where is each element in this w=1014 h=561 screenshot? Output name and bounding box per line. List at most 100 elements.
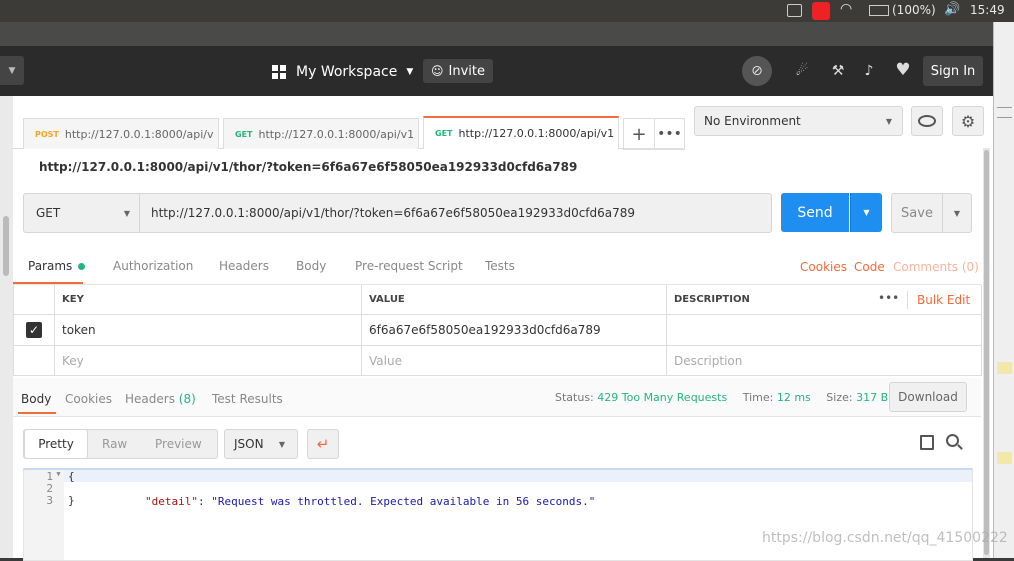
send-options-button[interactable]: ▼	[850, 193, 882, 232]
url-input[interactable]: http://127.0.0.1:8000/api/v1/thor/?token…	[139, 193, 772, 233]
new-description-input[interactable]: Description	[667, 346, 982, 376]
response-tab-body[interactable]: Body	[21, 392, 51, 406]
status-value[interactable]: 429 Too Many Requests	[597, 391, 727, 404]
sidebar-collapsed	[0, 96, 14, 558]
tab-request-1[interactable]: POST http://127.0.0.1:8000/api/v	[23, 118, 219, 149]
new-dropdown-button[interactable]: ▼	[0, 56, 24, 85]
tab-headers[interactable]: Headers	[219, 259, 269, 273]
bell-icon[interactable]: ♪	[857, 60, 881, 82]
response-tab-test-results[interactable]: Test Results	[212, 392, 283, 406]
row-checkbox[interactable]: ✓	[26, 322, 42, 338]
save-button[interactable]: Save	[891, 193, 943, 233]
main-scrollbar[interactable]	[983, 148, 990, 558]
line-number: 3	[46, 494, 53, 507]
wrench-icon[interactable]: ⚒	[826, 60, 850, 82]
tab-method: GET	[235, 129, 253, 139]
response-meta: Status: 429 Too Many Requests Time: 12 m…	[555, 391, 888, 404]
copy-icon[interactable]	[920, 435, 934, 450]
request-title: http://127.0.0.1:8000/api/v1/thor/?token…	[39, 160, 578, 174]
save-options-button[interactable]: ▼	[942, 193, 972, 233]
param-description-cell[interactable]	[667, 315, 982, 346]
tab-method: GET	[435, 129, 453, 138]
comments-link[interactable]: Comments (0)	[893, 260, 979, 274]
view-pretty-button[interactable]: Pretty	[24, 429, 88, 459]
sidebar-scrollbar[interactable]	[3, 216, 9, 276]
cookies-link[interactable]: Cookies	[800, 260, 847, 274]
code-text: {	[68, 470, 75, 483]
method-select[interactable]: GET ▼	[23, 193, 141, 233]
sign-in-button[interactable]: Sign In	[923, 56, 983, 86]
keyboard-icon[interactable]	[787, 4, 802, 17]
download-button[interactable]: Download	[889, 382, 967, 412]
workspace-switcher[interactable]: My Workspace ▼	[272, 61, 413, 83]
tab-url: http://127.0.0.1:8000/api/v1	[258, 127, 415, 141]
search-icon-handle	[957, 444, 963, 450]
tab-authorization[interactable]: Authorization	[113, 259, 193, 273]
manage-environments-button[interactable]: ⚙	[952, 106, 984, 136]
size-value[interactable]: 317 B	[856, 391, 888, 404]
more-options-icon[interactable]: •••	[878, 291, 899, 305]
new-row-checkbox-cell	[14, 346, 55, 376]
environment-quick-look-button[interactable]	[911, 106, 943, 136]
save-label: Save	[901, 205, 933, 221]
tab-body[interactable]: Body	[296, 259, 326, 273]
battery-percent: (100%)	[892, 3, 936, 17]
new-tab-button[interactable]: +	[623, 118, 655, 150]
grid-icon	[272, 65, 286, 79]
row-checkbox-cell: ✓	[14, 315, 55, 346]
os-top-bar: ◠ (100%) 🔊 15:49	[0, 0, 1014, 22]
tab-url: http://127.0.0.1:8000/api/v1	[458, 127, 615, 140]
environment-select[interactable]: No Environment ▼	[694, 106, 903, 136]
header-checkbox-cell	[14, 285, 55, 315]
tab-pre-request-script[interactable]: Pre-request Script	[355, 259, 463, 273]
column-header-key: KEY	[55, 285, 362, 315]
response-editor[interactable]: 1 ▼ { 2 "detail": "Request was throttled…	[23, 468, 973, 561]
fold-icon[interactable]: ▼	[53, 470, 64, 482]
chevron-down-icon: ▼	[953, 208, 961, 218]
sync-off-icon[interactable]: ⊘	[742, 56, 772, 86]
response-tab-cookies[interactable]: Cookies	[65, 392, 112, 406]
view-preview-button[interactable]: Preview	[155, 437, 202, 451]
params-table: KEY VALUE DESCRIPTION ••• Bulk Edit ✓ to…	[13, 285, 982, 376]
download-label: Download	[898, 390, 958, 404]
volume-icon[interactable]: 🔊	[944, 2, 960, 17]
view-raw-button[interactable]: Raw	[102, 437, 127, 451]
bulk-edit-divider	[907, 291, 908, 309]
tab-method: POST	[35, 129, 59, 139]
wifi-icon[interactable]: ◠	[840, 1, 852, 17]
tab-tests[interactable]: Tests	[485, 259, 515, 273]
wrap-icon: ↵	[316, 435, 330, 453]
param-key-cell[interactable]: token	[55, 315, 362, 346]
satellite-icon[interactable]: ☄	[790, 60, 814, 82]
headers-count: (8)	[178, 392, 196, 406]
wrap-lines-button[interactable]: ↵	[307, 429, 339, 459]
tab-url: http://127.0.0.1:8000/api/v	[64, 127, 214, 141]
response-tab-headers[interactable]: Headers (8)	[125, 392, 196, 406]
more-tabs-icon[interactable]: •••	[654, 118, 685, 150]
heart-icon[interactable]: ♥	[891, 59, 915, 81]
tab-request-2[interactable]: GET http://127.0.0.1:8000/api/v1	[223, 118, 419, 149]
tab-request-3-active[interactable]: GET http://127.0.0.1:8000/api/v1	[423, 116, 619, 149]
battery-icon[interactable]	[869, 5, 889, 16]
workspace-name: My Workspace	[296, 64, 398, 80]
param-value-cell[interactable]: 6f6a67e6f58050ea192933d0cfd6a789	[362, 315, 667, 346]
netease-music-icon[interactable]	[812, 2, 830, 20]
time-value[interactable]: 12 ms	[777, 391, 811, 404]
new-value-input[interactable]: Value	[362, 346, 667, 376]
invite-button[interactable]: ☺ Invite	[423, 59, 493, 83]
format-select[interactable]: JSON ▼	[224, 429, 298, 459]
send-button[interactable]: Send	[781, 193, 849, 232]
tab-params[interactable]: Params	[28, 259, 86, 273]
method-label: GET	[36, 206, 61, 220]
invite-label: Invite	[448, 63, 485, 79]
response-body-underline	[18, 412, 56, 414]
new-key-input[interactable]: Key	[55, 346, 362, 376]
code-link[interactable]: Code	[854, 260, 885, 274]
active-dot-icon	[78, 263, 86, 270]
bulk-edit-link[interactable]: Bulk Edit	[917, 293, 970, 307]
code-line: 2 "detail": "Request was throttled. Expe…	[24, 482, 924, 508]
eye-icon	[918, 115, 936, 127]
desktop-background	[993, 22, 1014, 558]
watermark: https://blog.csdn.net/qq_41500222	[762, 530, 1008, 546]
clock[interactable]: 15:49	[970, 3, 1005, 17]
